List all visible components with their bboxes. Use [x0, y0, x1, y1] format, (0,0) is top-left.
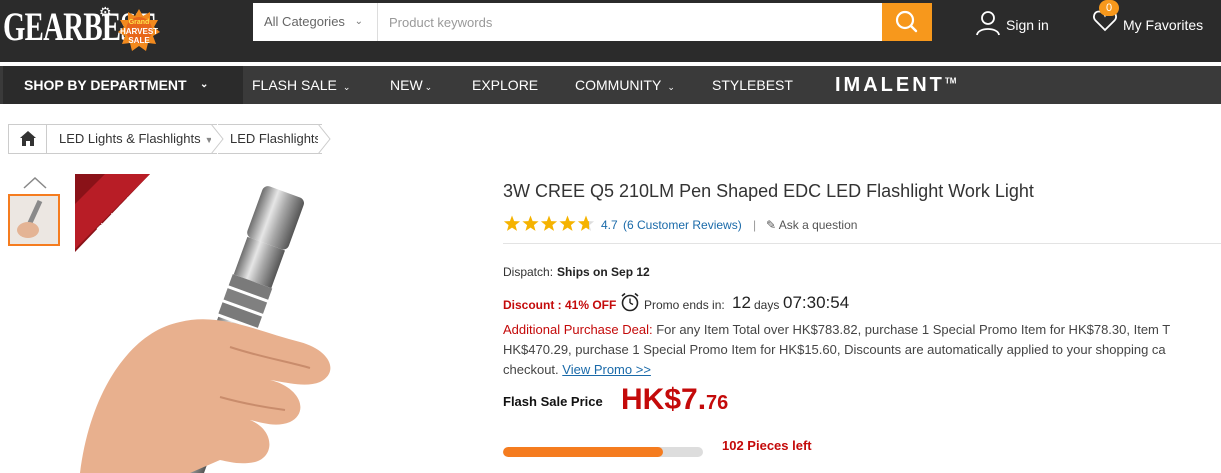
breadcrumb-item-label: LED Flashlights — [230, 131, 322, 146]
thumbnail-image — [10, 196, 58, 244]
my-favorites-link[interactable]: 0 My Favorites — [1092, 0, 1203, 37]
harvest-sale-badge-text: Grand HARVEST SALE — [117, 18, 161, 45]
chevron-down-icon: ⌄ — [200, 79, 209, 90]
chevron-down-icon: ⌄ — [342, 82, 351, 92]
flash-sale-price: HK$7.76 — [621, 383, 728, 417]
nav-item-stylebest-label: STYLEBEST — [712, 77, 793, 93]
main-nav: SHOP BY DEPARTMENT ⌄ FLASH SALE ⌄ NEW ⌄ EX… — [0, 66, 1221, 104]
divider — [503, 243, 1221, 244]
nav-item-stylebest[interactable]: STYLEBEST — [712, 66, 793, 104]
nav-item-explore[interactable]: EXPLORE — [472, 66, 538, 104]
breadcrumb-item-led-flashlights[interactable]: LED Flashlights — [218, 124, 322, 154]
promo-days: 12 — [732, 293, 751, 312]
trademark-mark: TM — [944, 76, 957, 86]
price-cents: 76 — [706, 392, 729, 414]
badge-line-3: SALE — [128, 36, 150, 45]
ask-question-link[interactable]: ✎ Ask a question — [766, 218, 857, 232]
chevron-up-icon[interactable] — [23, 176, 47, 190]
star-icon — [540, 215, 558, 231]
dispatch-label: Dispatch: — [503, 265, 554, 279]
nav-item-new[interactable]: NEW ⌄ — [390, 66, 432, 104]
star-rating — [503, 215, 595, 231]
nav-item-new-label: NEW — [390, 77, 423, 93]
my-favorites-label: My Favorites — [1123, 17, 1204, 33]
price-main: HK$7. — [621, 383, 707, 416]
star-icon — [559, 215, 576, 231]
nav-item-community-label: COMMUNITY — [575, 77, 662, 93]
nav-item-flash-sale-label: FLASH SALE — [252, 77, 337, 93]
search-bar: All Categories ⌄ — [253, 3, 932, 41]
nav-item-community[interactable]: COMMUNITY ⌄ — [575, 66, 675, 104]
chevron-down-icon: ⌄ — [424, 82, 433, 92]
chevron-down-icon: ⌄ — [354, 16, 363, 27]
deal-text-2: HK$470.29, purchase 1 Special Promo Item… — [503, 342, 1166, 357]
sign-in-link[interactable]: Sign in — [975, 10, 1049, 39]
product-thumbnail[interactable] — [8, 194, 60, 246]
imalent-brand-link[interactable]: IMALENTTM — [835, 74, 956, 97]
badge-line-1: Grand — [128, 19, 150, 26]
star-icon — [503, 215, 521, 231]
category-select-label: All Categories — [264, 14, 345, 29]
pencil-icon: ✎ — [766, 218, 777, 232]
promo-ends-label: Promo ends in: — [644, 298, 725, 312]
breadcrumb-home[interactable] — [8, 124, 47, 154]
nav-item-flash-sale[interactable]: FLASH SALE ⌄ — [252, 66, 350, 104]
stock-progress-fill — [503, 447, 663, 457]
breadcrumb-item-label: LED Lights & Flashlights — [59, 131, 201, 146]
product-main-image[interactable]: Flash Sale — [70, 172, 430, 473]
breadcrumb-separator — [317, 124, 331, 154]
imalent-brand-label: IMALENT — [835, 74, 945, 96]
favorites-count-badge: 0 — [1099, 0, 1119, 16]
top-header: GEARBEST ⚙ Grand HARVEST SALE All Catego… — [0, 0, 1221, 62]
deal-label: Additional Purchase Deal: — [503, 322, 653, 337]
promo-days-label: days — [754, 298, 780, 312]
star-icon — [577, 215, 595, 231]
category-select[interactable]: All Categories ⌄ — [253, 3, 378, 41]
sign-in-label: Sign in — [1006, 17, 1049, 33]
view-promo-link[interactable]: View Promo >> — [562, 362, 651, 377]
breadcrumb-item-led-lights[interactable]: LED Lights & Flashlights ▼ — [47, 124, 217, 154]
flashlight-photo: Flash Sale — [70, 172, 430, 473]
ask-question-label: Ask a question — [778, 218, 858, 232]
deal-line-3: checkout. View Promo >> — [503, 360, 651, 380]
rating-score: 4.7 — [601, 218, 618, 232]
nav-item-explore-label: EXPLORE — [472, 77, 539, 93]
promo-time: 07:30:54 — [783, 293, 850, 312]
deal-text-3: checkout. — [503, 362, 563, 377]
separator: | — [753, 218, 757, 232]
deal-line-1: Additional Purchase Deal: For any Item T… — [503, 320, 1170, 340]
alarm-clock-icon — [621, 292, 639, 312]
dispatch-value: Ships on Sep 12 — [557, 265, 650, 279]
search-button[interactable] — [882, 3, 932, 41]
badge-line-2: HARVEST — [119, 27, 159, 36]
discount-label: Discount : 41% OFF — [503, 298, 617, 312]
shop-by-department-menu[interactable]: SHOP BY DEPARTMENT ⌄ — [3, 66, 243, 104]
gear-icon: ⚙ — [99, 4, 112, 20]
star-icon — [522, 215, 539, 231]
search-icon — [895, 10, 918, 33]
home-icon — [20, 131, 36, 146]
flash-sale-price-label: Flash Sale Price — [503, 394, 603, 409]
customer-reviews-link[interactable]: (6 Customer Reviews) — [623, 218, 742, 232]
stock-progress-bar — [503, 447, 703, 457]
chevron-down-icon: ⌄ — [667, 82, 675, 92]
pieces-left: 102 Pieces left — [722, 438, 812, 453]
shop-by-department-label: SHOP BY DEPARTMENT — [24, 77, 187, 93]
dispatch-info: Dispatch: Ships on Sep 12 — [503, 265, 650, 279]
search-input[interactable] — [379, 3, 882, 41]
deal-text-1: For any Item Total over HK$783.82, purch… — [652, 322, 1171, 337]
user-icon — [976, 11, 1000, 36]
product-title: 3W CREE Q5 210LM Pen Shaped EDC LED Flas… — [503, 181, 1034, 201]
